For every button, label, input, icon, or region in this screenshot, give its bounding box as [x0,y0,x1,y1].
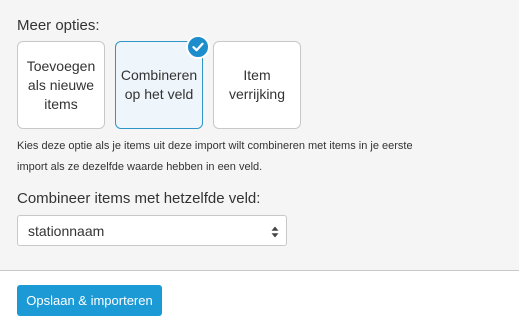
checkmark-icon [186,35,210,59]
option-add-new-items[interactable]: Toevoegen als nieuwe items [17,41,105,129]
sort-arrows-icon [271,225,279,241]
option-help-text: Kies deze optie als je items uit deze im… [17,140,413,173]
combine-field-label: Combineer items met hetzelfde veld: [17,190,261,207]
options-panel: Meer opties: Toevoegen als nieuwe items … [0,0,519,270]
option-label: Toevoegen als nieuwe items [26,57,96,112]
option-cards: Toevoegen als nieuwe items Combineren op… [17,35,301,129]
option-combine-on-field[interactable]: Combineren op het veld [115,35,210,129]
more-options-label: Meer opties: [17,17,100,34]
option-item-enrichment[interactable]: Item verrijking [213,41,301,129]
save-import-button[interactable]: Opslaan & importeren [17,285,162,316]
select-value: stationnaam [28,222,105,239]
option-label: Item verrijking [228,67,285,102]
option-label: Combineren op het veld [120,67,198,102]
combine-field-select[interactable]: stationnaam [17,215,287,246]
